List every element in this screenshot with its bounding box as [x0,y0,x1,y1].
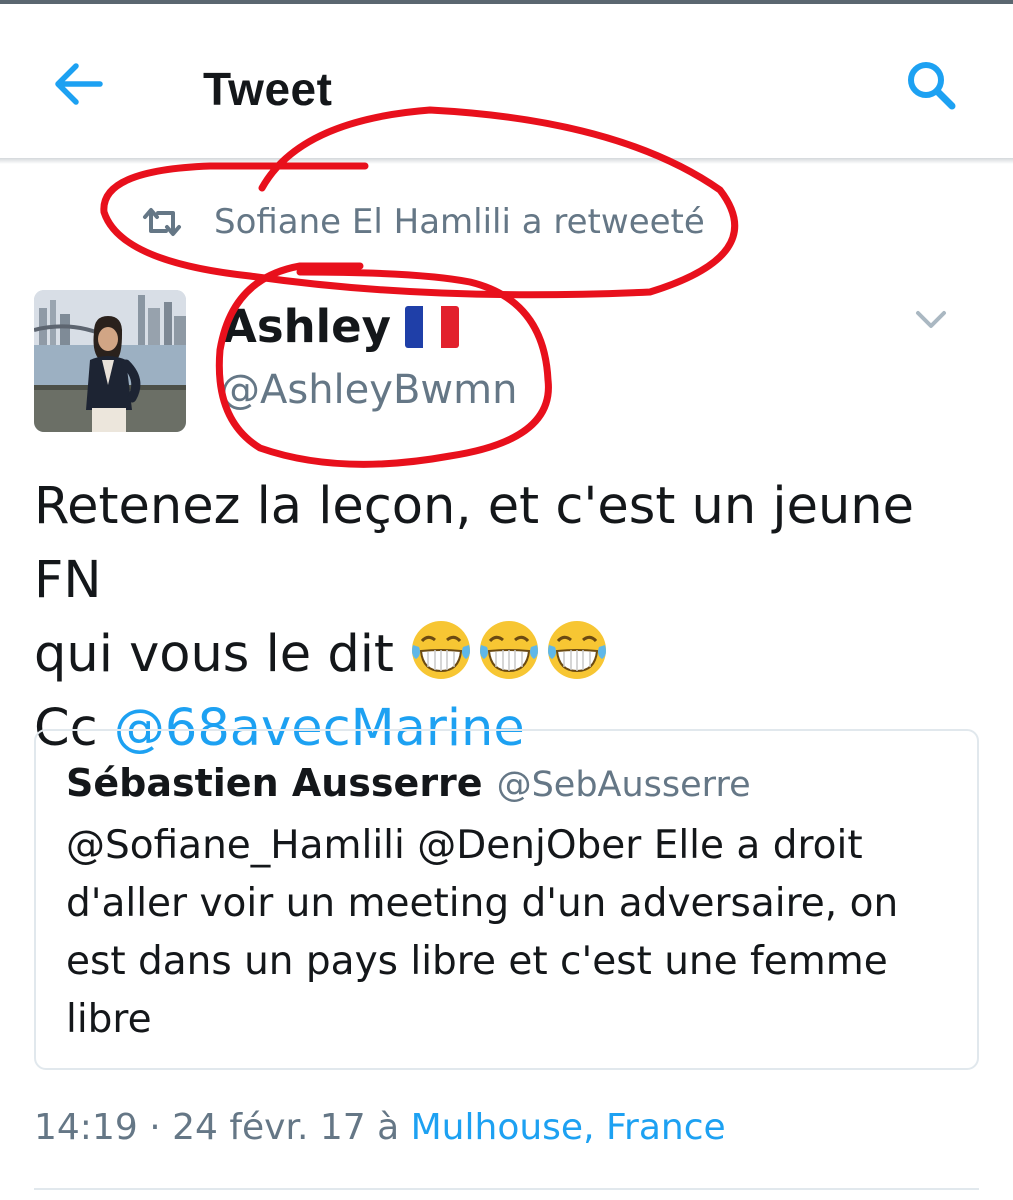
quoted-tweet-header: Sébastien Ausserre @SebAusserre [66,761,751,805]
retweet-icon [143,208,181,236]
avatar[interactable] [34,290,186,432]
author-name-text[interactable]: Ashley [222,300,391,353]
search-icon[interactable] [902,58,962,114]
quoted-tweet-card[interactable]: Sébastien Ausserre @SebAusserre @Sofiane… [34,729,979,1070]
location-link[interactable]: Mulhouse, France [411,1107,726,1148]
laughing-tears-emoji-icon [412,621,471,679]
divider [34,1188,979,1190]
tweet-text-line-2: qui vous le dit [34,618,984,692]
location-prefix: à [377,1107,400,1148]
quoted-author-name: Sébastien Ausserre [66,761,483,805]
laughing-tears-emoji-icon [548,621,607,679]
app-bar: Tweet [0,4,1013,160]
tweet-meta: 14:19 · 24 févr. 17 à Mulhouse, France [34,1107,726,1148]
red-circle-author [215,262,552,468]
retweet-label[interactable]: Sofiane El Hamlili a retweeté [214,202,705,242]
quoted-author-handle: @SebAusserre [496,765,751,805]
page-title: Tweet [203,63,333,115]
france-flag-icon [404,305,459,348]
arrow-left-icon[interactable] [50,58,110,110]
app-bar-shadow [0,158,1013,164]
author-handle[interactable]: @AshleyBwmn [220,367,517,413]
laughing-tears-emoji-icon [480,621,539,679]
tweet-timestamp: 14:19 · 24 févr. 17 [34,1107,366,1148]
chevron-down-icon[interactable] [914,308,948,332]
quoted-tweet-text: @Sofiane_Hamlili @DenjOber Elle a droit … [66,823,899,1042]
tweet-text-line-1: Retenez la leçon, et c'est un jeune FN [34,477,914,610]
retweet-context[interactable]: Sofiane El Hamlili a retweeté [140,196,705,248]
author-name[interactable]: Ashley [222,300,459,353]
tweet-text: Retenez la leçon, et c'est un jeune FN q… [34,470,984,766]
tweet-text-line-2-text: qui vous le dit [34,625,394,684]
